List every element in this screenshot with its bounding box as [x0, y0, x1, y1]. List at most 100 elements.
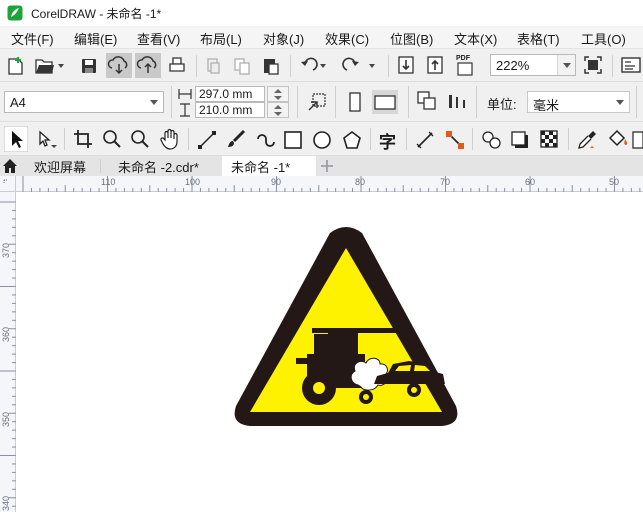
export-icon[interactable] — [426, 55, 444, 75]
options-icon[interactable] — [620, 55, 642, 75]
ruler-label: 60 — [525, 177, 536, 187]
apply-all-pages-icon[interactable] — [307, 92, 327, 112]
pdf-label: PDF — [456, 55, 470, 62]
pick-tool-icon[interactable] — [4, 126, 28, 152]
menu-effects[interactable]: 效果(C) — [325, 29, 369, 48]
width-icon — [178, 87, 192, 101]
undo-icon[interactable] — [298, 57, 328, 75]
toolbar-separator — [196, 55, 197, 77]
tab-welcome-screen[interactable]: 欢迎屏幕 — [34, 156, 86, 176]
home-icon[interactable] — [2, 158, 18, 174]
more-tools-icon[interactable] — [631, 130, 643, 150]
window-title: CorelDRAW - 未命名 -1* — [31, 6, 162, 21]
cloud-download-icon[interactable] — [106, 53, 132, 78]
cut-icon[interactable] — [205, 57, 221, 75]
drop-shadow-icon[interactable] — [510, 130, 530, 150]
ruler-label: 100 — [185, 177, 201, 187]
menu-edit[interactable]: 编辑(E) — [74, 29, 117, 48]
tab-untitled-1-active[interactable]: 未命名 -1* — [222, 156, 316, 176]
height-spinner[interactable] — [267, 102, 289, 118]
import-icon[interactable] — [397, 55, 415, 75]
ruler-label: 350 — [1, 411, 11, 427]
toolbar-separator — [408, 86, 409, 118]
ruler-label: 110 — [101, 177, 116, 187]
pen-tool-icon[interactable] — [255, 129, 275, 149]
zoom-tool-icon[interactable] — [102, 129, 122, 149]
ellipse-tool-icon[interactable] — [312, 130, 332, 150]
tab-untitled-2[interactable]: 未命名 -2.cdr* — [118, 156, 199, 176]
width-spinner[interactable] — [267, 86, 289, 102]
page-size-select[interactable]: A4 — [4, 91, 164, 113]
ruler-ticks — [0, 201, 16, 507]
crop-tool-icon[interactable] — [73, 129, 93, 149]
copy-icon[interactable] — [233, 57, 251, 75]
cloud-upload-icon[interactable] — [135, 53, 161, 78]
interactive-fill-icon[interactable] — [606, 129, 630, 151]
menu-file[interactable]: 文件(F) — [11, 29, 54, 48]
page-height-field[interactable]: 210.0 mm — [195, 102, 265, 118]
menu-object[interactable]: 对象(J) — [263, 29, 304, 48]
landscape-icon[interactable] — [372, 90, 398, 114]
truck-wheel-hub — [313, 382, 325, 394]
vertical-ruler[interactable]: 370 360 350 340 — [0, 192, 16, 512]
menu-text[interactable]: 文本(X) — [454, 29, 497, 48]
property-bar: A4 297.0 mm 210.0 mm 单位: 毫米 — [0, 82, 643, 122]
toolbar-separator — [388, 55, 389, 77]
freehand-tool-icon[interactable] — [197, 130, 217, 150]
page-width-value: 297.0 mm — [199, 87, 253, 101]
rectangle-tool-icon[interactable] — [283, 130, 303, 150]
menu-layout[interactable]: 布局(L) — [200, 29, 242, 48]
tab-separator — [100, 159, 101, 173]
ruler-label: 360 — [1, 326, 11, 342]
units-select[interactable]: 毫米 — [527, 91, 630, 113]
print-icon[interactable] — [168, 56, 186, 76]
open-folder-icon[interactable] — [34, 57, 64, 75]
toolbar-separator — [297, 86, 298, 118]
artistic-media-icon[interactable] — [226, 129, 246, 149]
zoom-level-select[interactable]: 222% — [490, 54, 576, 76]
chevron-down-icon[interactable] — [611, 92, 629, 112]
menu-bitmaps[interactable]: 位图(B) — [390, 29, 433, 48]
blend-tool-icon[interactable] — [481, 130, 503, 150]
zoom-alt-icon[interactable] — [130, 129, 150, 149]
drawing-canvas[interactable] — [16, 192, 643, 512]
transparency-icon[interactable] — [540, 130, 558, 148]
shape-tool-icon[interactable] — [36, 129, 58, 149]
parallel-dimension-icon[interactable] — [415, 130, 435, 150]
toolbar-separator — [64, 128, 65, 150]
ruler-label: 80 — [355, 177, 366, 187]
chevron-down-icon[interactable] — [145, 92, 163, 112]
document-tabs: 欢迎屏幕 未命名 -2.cdr* 未命名 -1* — [0, 156, 643, 176]
all-pages-icon[interactable] — [416, 90, 438, 112]
chevron-down-icon[interactable] — [557, 55, 575, 75]
toolbar-separator — [406, 128, 407, 150]
title-bar: CorelDRAW - 未命名 -1* — [0, 0, 643, 26]
ruler-label: 340 — [1, 495, 11, 511]
new-document-icon[interactable] — [6, 56, 26, 76]
current-page-icon[interactable] — [447, 92, 469, 110]
height-icon — [178, 103, 192, 117]
polygon-tool-icon[interactable] — [342, 130, 362, 150]
text-tool-icon[interactable]: 字 — [379, 128, 396, 153]
warning-sign-icon[interactable] — [232, 226, 460, 430]
eyedropper-icon[interactable] — [577, 129, 597, 151]
menu-view[interactable]: 查看(V) — [137, 29, 180, 48]
add-tab-icon[interactable] — [319, 157, 335, 175]
ruler-label: 50 — [609, 177, 620, 187]
paste-icon[interactable] — [262, 56, 280, 76]
horizontal-ruler[interactable]: 110 100 90 80 70 60 50 — [16, 176, 643, 192]
full-screen-icon[interactable] — [584, 56, 602, 74]
save-icon[interactable] — [80, 57, 98, 75]
connector-tool-icon[interactable] — [444, 129, 466, 151]
toolbox: 字 — [0, 122, 643, 156]
menu-tools[interactable]: 工具(O) — [581, 29, 626, 48]
portrait-icon[interactable] — [349, 92, 361, 112]
toolbar-separator — [171, 86, 172, 118]
menu-table[interactable]: 表格(T) — [517, 29, 560, 48]
redo-icon[interactable] — [342, 57, 378, 75]
ruler-origin[interactable] — [0, 176, 16, 192]
pan-hand-icon[interactable] — [160, 128, 180, 150]
page-width-field[interactable]: 297.0 mm — [195, 86, 265, 102]
ruler-label: 70 — [440, 177, 451, 187]
page-size-value: A4 — [10, 95, 26, 110]
